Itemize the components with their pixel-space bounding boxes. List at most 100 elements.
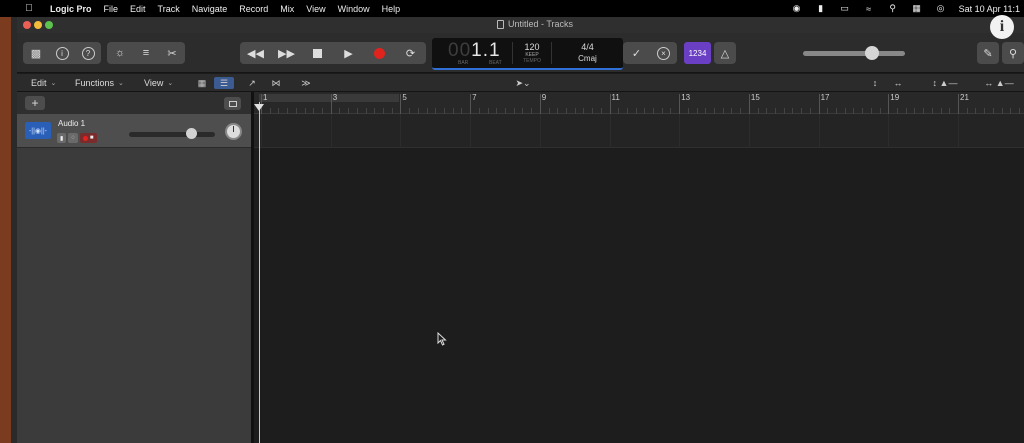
help-icon: ?: [81, 46, 95, 60]
display-icon[interactable]: ▮: [815, 3, 827, 14]
functions-menu[interactable]: Functions ⌄: [75, 78, 124, 88]
rewind-button[interactable]: ◀◀: [240, 42, 271, 64]
track-header[interactable]: ‐||◉||‐ Audio 1 ▮ ◌ ■: [17, 114, 251, 148]
minimize-window-button[interactable]: [34, 21, 42, 29]
track-lane[interactable]: [254, 114, 1024, 148]
menu-window[interactable]: Window: [338, 4, 370, 14]
siri-icon[interactable]: ◎: [935, 3, 947, 14]
control-center-icon[interactable]: ▦: [911, 3, 923, 14]
fast-forward-button[interactable]: ▶▶: [271, 42, 302, 64]
view-menu[interactable]: View ⌄: [144, 78, 173, 88]
inspector-button[interactable]: i: [49, 42, 75, 64]
catch-icon[interactable]: ≫: [297, 77, 315, 89]
fit-horizontal-icon[interactable]: ↔: [891, 77, 905, 89]
menu-mix[interactable]: Mix: [280, 4, 294, 14]
mixer-button[interactable]: ≡: [133, 42, 159, 64]
automation-icon[interactable]: ↗: [243, 77, 261, 89]
smart-controls-button[interactable]: ☼: [107, 42, 133, 64]
edit-menu[interactable]: Edit ⌄: [31, 78, 56, 88]
global-tracks-button[interactable]: [224, 97, 241, 110]
play-button[interactable]: ▶: [333, 42, 364, 64]
pointer-tool-icon[interactable]: ➤⌄: [510, 77, 536, 89]
lcd-bar-caption: BAR: [458, 60, 469, 66]
pan-knob[interactable]: [225, 123, 242, 140]
tuner-icon: ✓: [631, 47, 642, 60]
horizontal-zoom-slider[interactable]: ↔ ▲—: [974, 77, 1024, 89]
document-icon: [497, 19, 504, 29]
record-button[interactable]: [364, 42, 395, 64]
bar-number-label: 7: [472, 93, 477, 102]
spotlight-search-icon[interactable]: ⚲: [887, 3, 899, 14]
fullscreen-window-button[interactable]: [45, 21, 53, 29]
flex-icon[interactable]: ⋈: [267, 77, 285, 89]
replace-button[interactable]: ×: [650, 42, 677, 64]
bar-ruler[interactable]: 1 3 5 7 9 11 13 15 17 19 21: [254, 92, 1024, 114]
vertical-zoom-icon[interactable]: ↕: [868, 77, 882, 89]
notepad-button[interactable]: ✎: [977, 42, 999, 64]
battery-icon[interactable]: ▭: [839, 3, 851, 14]
master-volume-slider[interactable]: [803, 51, 905, 56]
play-icon: ▶: [344, 47, 353, 60]
menu-help[interactable]: Help: [382, 4, 401, 14]
bar-tick: [609, 94, 611, 114]
browser-button[interactable]: ⚲: [1002, 42, 1024, 64]
quick-help-button[interactable]: ?: [75, 42, 101, 64]
stop-button[interactable]: [302, 42, 333, 64]
grid-line: [261, 114, 262, 148]
grid-line: [818, 114, 820, 148]
bar-tick: [888, 94, 890, 114]
grid-line: [609, 114, 611, 148]
lcd-position[interactable]: 001.1 BAR BEAT: [432, 38, 512, 68]
wifi-icon[interactable]: ≈: [863, 4, 875, 14]
grid-line: [470, 114, 472, 148]
track-name[interactable]: Audio 1: [58, 119, 85, 128]
info-overlay-icon[interactable]: i: [990, 15, 1014, 39]
tracks-menu-bar: Edit ⌄ Functions ⌄ View ⌄ ▦ ☰ ↗ ⋈ ≫ ➤⌄ ↕ ↔ …: [17, 74, 1024, 92]
apple-menu-icon[interactable]: : [22, 3, 36, 14]
menu-navigate[interactable]: Navigate: [192, 4, 228, 14]
edit-menu-label: Edit: [31, 78, 47, 88]
menu-track[interactable]: Track: [158, 4, 180, 14]
master-volume-knob[interactable]: [865, 46, 879, 60]
lcd-display[interactable]: 001.1 BAR BEAT 120 KEEP TEMPO 4/4 Cmaj: [432, 38, 623, 70]
menu-view[interactable]: View: [306, 4, 325, 14]
cycle-button[interactable]: ⟳: [395, 42, 426, 64]
list-view-icon[interactable]: ☰: [214, 77, 234, 89]
count-in-button[interactable]: 1234: [684, 42, 711, 64]
metronome-button[interactable]: △: [714, 42, 736, 64]
view-buttons-group: ▩ i ?: [23, 42, 101, 64]
mute-button[interactable]: ▮: [57, 133, 67, 143]
add-track-button[interactable]: +: [25, 96, 45, 110]
vertical-zoom-slider[interactable]: ↕ ▲—: [920, 77, 970, 89]
editors-button[interactable]: ✂: [159, 42, 185, 64]
menu-file[interactable]: File: [104, 4, 119, 14]
close-window-button[interactable]: [23, 21, 31, 29]
menu-record[interactable]: Record: [239, 4, 268, 14]
window-titlebar: Untitled - Tracks: [17, 17, 1024, 33]
grid-line: [400, 114, 402, 148]
cycle-area[interactable]: [259, 94, 399, 102]
tuner-button[interactable]: ✓: [623, 42, 650, 64]
grid-line: [888, 114, 890, 148]
grid-view-icon[interactable]: ▦: [194, 77, 210, 89]
tracks-area[interactable]: 1 3 5 7 9 11 13 15 17 19 21: [254, 92, 1024, 443]
menubar-clock[interactable]: Sat 10 Apr 11:1: [959, 4, 1020, 14]
playhead-handle-icon[interactable]: [254, 104, 264, 111]
lcd-tempo[interactable]: 120 KEEP TEMPO: [513, 38, 551, 68]
audio-waveform-icon: ‐||◉||‐: [25, 122, 51, 139]
track-record-enable-button[interactable]: ■: [79, 133, 97, 143]
track-volume-knob[interactable]: [186, 128, 197, 139]
menu-app[interactable]: Logic Pro: [50, 4, 92, 14]
global-tracks-icon: [228, 100, 237, 107]
record-status-icon[interactable]: ◉: [791, 3, 803, 14]
playhead[interactable]: [259, 102, 260, 443]
lcd-key: Cmaj: [578, 54, 597, 63]
library-button[interactable]: ▩: [23, 42, 49, 64]
headphones-icon[interactable]: ◌: [68, 133, 78, 143]
lcd-signature[interactable]: 4/4 Cmaj: [552, 38, 623, 68]
record-icon: [82, 135, 88, 141]
track-volume-slider[interactable]: [129, 132, 215, 137]
lcd-time-signature: 4/4: [581, 42, 594, 52]
bar-tick: [818, 94, 820, 114]
menu-edit[interactable]: Edit: [130, 4, 146, 14]
